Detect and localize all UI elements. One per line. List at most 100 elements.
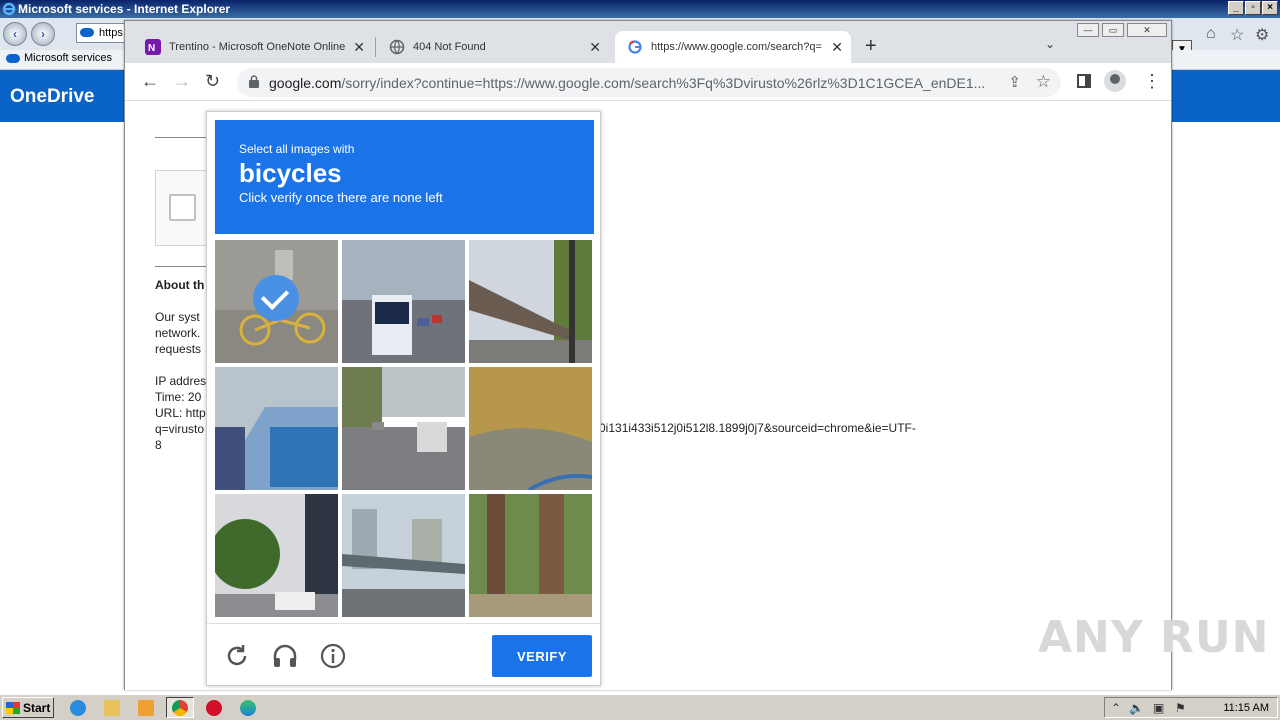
chrome-minimize-button[interactable]: — — [1077, 23, 1099, 37]
tab-label: Trentino - Microsoft OneNote Online — [169, 41, 346, 53]
reload-icon[interactable]: ↻ — [205, 71, 220, 92]
internet-explorer-icon — [2, 2, 16, 16]
ie-address-bar[interactable]: https — [76, 23, 126, 43]
target-word: bicycles — [239, 158, 342, 188]
taskbar-chrome[interactable] — [166, 697, 194, 718]
tile-image-highway-city — [342, 494, 465, 617]
about-heading: About th — [155, 278, 205, 292]
ie-forward-button[interactable]: › — [31, 22, 55, 46]
internet-explorer-icon — [70, 699, 86, 716]
tab-label: https://www.google.com/search?q= — [651, 41, 822, 53]
anyrun-watermark: ANY RUN — [1038, 612, 1270, 663]
onedrive-cloud-icon — [6, 53, 20, 63]
audio-challenge-headphones-icon[interactable] — [271, 642, 299, 670]
request-info-text: IP addres Time: 20 URL: http q=virusto 8 — [155, 374, 207, 452]
tile-image-trees-and-building — [215, 494, 338, 617]
maximize-button[interactable]: ▫ — [1245, 1, 1261, 15]
verify-button[interactable]: VERIFY — [492, 635, 592, 677]
bookmark-star-icon[interactable]: ☆ — [1036, 72, 1051, 92]
svg-text:N: N — [148, 43, 155, 54]
action-center-flag-icon[interactable]: ⚑ — [1175, 701, 1186, 715]
profile-avatar-icon[interactable] — [1104, 70, 1126, 92]
globe-icon — [389, 39, 405, 55]
tile-image-bus-on-road — [342, 240, 465, 363]
ie-window-title: Microsoft services - Internet Explorer — [18, 2, 231, 16]
back-arrow-icon[interactable]: ← — [141, 71, 159, 92]
info-icon[interactable] — [319, 642, 347, 670]
tab-label: 404 Not Found — [413, 41, 486, 53]
url-continuation-text: 0i131i433i512j0i512l8.1899j0j7&sourceid=… — [599, 421, 916, 435]
folder-icon — [104, 699, 120, 716]
reload-challenge-icon[interactable] — [223, 642, 251, 670]
taskbar-ie[interactable] — [64, 697, 92, 718]
opera-icon — [206, 699, 222, 716]
media-player-icon — [138, 699, 154, 716]
tab-google-search[interactable]: https://www.google.com/search?q= ✕ — [615, 31, 851, 63]
volume-icon[interactable]: 🔈 — [1129, 701, 1144, 715]
start-button[interactable]: Start — [2, 697, 54, 718]
url-host: google.com — [269, 75, 342, 91]
clock[interactable]: 11:15 AM — [1223, 702, 1269, 714]
taskbar-media-player[interactable] — [132, 697, 160, 718]
chrome-toolbar: ← → ↻ google.com/sorry/index?continue=ht… — [125, 63, 1171, 101]
image-tile-1[interactable] — [215, 240, 338, 363]
google-icon — [628, 40, 642, 54]
tile-image-bike-share-dock — [215, 367, 338, 490]
image-tile-2[interactable] — [342, 240, 465, 363]
image-tile-8[interactable] — [342, 494, 465, 617]
tab-404[interactable]: 404 Not Found ✕ — [377, 31, 609, 63]
forward-arrow-icon[interactable]: → — [173, 71, 191, 92]
windows-logo-icon — [6, 701, 20, 714]
image-tile-3[interactable] — [469, 240, 592, 363]
tab-close-icon[interactable]: ✕ — [353, 39, 365, 56]
kebab-menu-icon[interactable]: ⋮ — [1143, 71, 1161, 92]
new-tab-plus-icon[interactable]: + — [865, 35, 877, 58]
side-panel-icon[interactable] — [1077, 74, 1091, 88]
tile-image-station-canopy — [469, 240, 592, 363]
taskbar-edge[interactable] — [234, 697, 262, 718]
chrome-restore-button[interactable]: ▭ — [1102, 23, 1124, 37]
taskbar-explorer[interactable] — [98, 697, 126, 718]
image-tile-5[interactable] — [342, 367, 465, 490]
tab-separator — [375, 37, 376, 57]
system-tray: ⌃ 🔈 ▣ ⚑ 11:15 AM — [1104, 697, 1278, 718]
image-tile-4[interactable] — [215, 367, 338, 490]
explanation-text: Our syst network. requests — [155, 310, 202, 356]
address-bar[interactable]: google.com/sorry/index?continue=https://… — [237, 68, 1061, 97]
tray-expand-icon[interactable]: ⌃ — [1111, 701, 1121, 715]
onenote-icon: N — [145, 39, 161, 55]
recaptcha-challenge-popup: Select all images with bicycles Click ve… — [206, 111, 601, 686]
challenge-footer: VERIFY — [207, 623, 600, 687]
edge-icon — [240, 699, 256, 716]
chrome-icon — [172, 699, 188, 716]
ie-address-text: https — [99, 27, 123, 39]
favorite-item-label: Microsoft services — [24, 52, 113, 64]
minimize-button[interactable]: _ — [1228, 1, 1244, 15]
share-icon[interactable]: ⇪ — [1008, 73, 1021, 91]
start-label: Start — [23, 700, 51, 715]
network-icon[interactable]: ▣ — [1153, 701, 1164, 715]
image-tile-6[interactable] — [469, 367, 592, 490]
taskbar-opera[interactable] — [200, 697, 228, 718]
tab-search-chevron-icon[interactable]: ⌄ — [1045, 37, 1055, 51]
favorites-star-icon[interactable]: ☆ — [1230, 25, 1244, 45]
image-tile-grid — [215, 240, 592, 617]
home-icon[interactable]: ⌂ — [1206, 25, 1216, 43]
close-button[interactable]: × — [1262, 1, 1278, 15]
tab-onenote[interactable]: N Trentino - Microsoft OneNote Online ✕ — [133, 31, 373, 63]
challenge-header: Select all images with bicycles Click ve… — [215, 120, 594, 234]
tile-image-tree-trunks-park — [469, 494, 592, 617]
tab-close-icon[interactable]: ✕ — [589, 39, 601, 56]
image-tile-9[interactable] — [469, 494, 592, 617]
tab-close-icon[interactable]: ✕ — [831, 39, 843, 56]
address-url: google.com/sorry/index?continue=https://… — [269, 75, 989, 91]
ie-back-button[interactable]: ‹ — [3, 22, 27, 46]
chrome-close-button[interactable]: ✕ — [1127, 23, 1167, 37]
favorite-item-microsoft-services[interactable]: Microsoft services — [6, 52, 112, 64]
instruction-sub: Click verify once there are none left — [239, 190, 443, 205]
gear-icon[interactable]: ⚙ — [1255, 25, 1269, 45]
image-tile-7[interactable] — [215, 494, 338, 617]
recaptcha-checkbox[interactable] — [169, 194, 196, 221]
instruction-small: Select all images with — [239, 142, 355, 156]
onedrive-logo-text[interactable]: OneDrive — [10, 86, 94, 108]
